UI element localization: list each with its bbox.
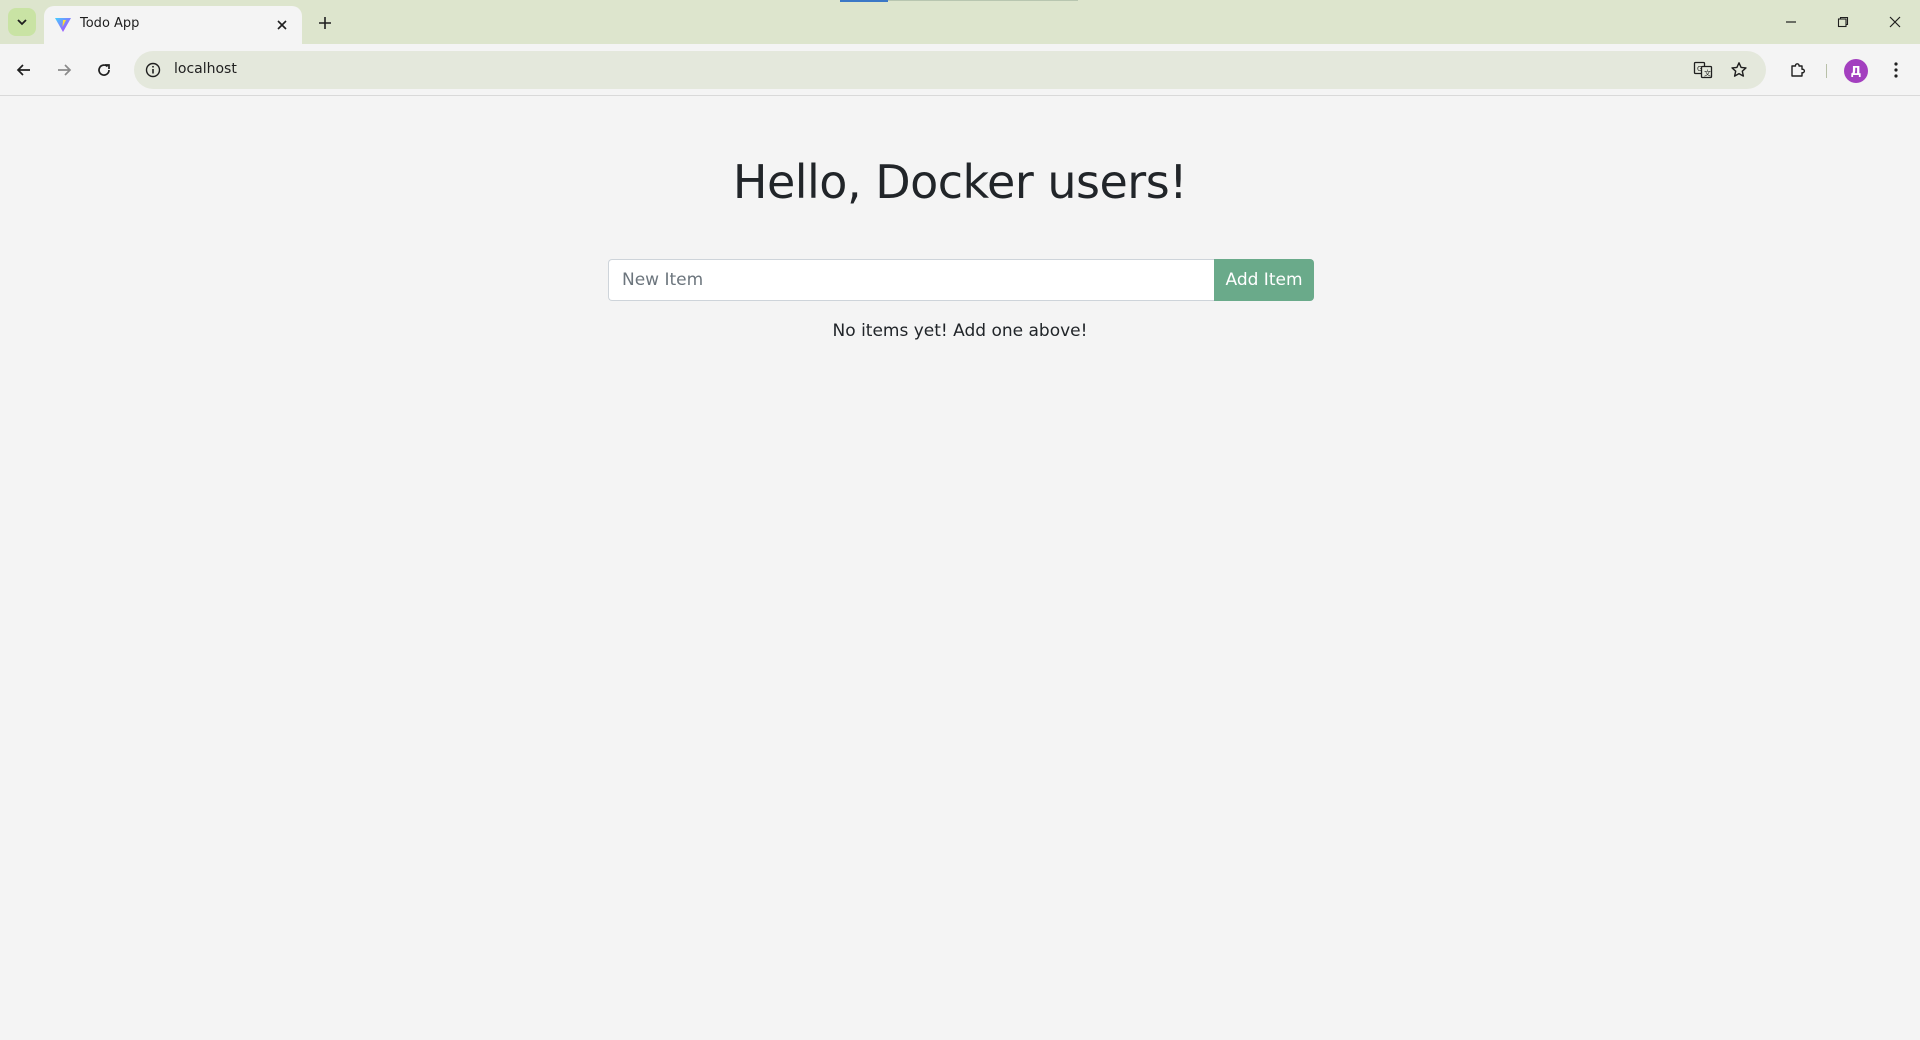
back-button[interactable] — [8, 54, 40, 86]
site-info-button[interactable] — [144, 61, 162, 79]
tab-close-button[interactable] — [274, 17, 290, 33]
tab-search-button[interactable] — [8, 8, 36, 36]
minimize-icon — [1786, 21, 1796, 23]
bookmark-button[interactable] — [1728, 59, 1750, 81]
new-item-input[interactable] — [608, 259, 1214, 301]
close-icon — [277, 20, 287, 30]
reload-button[interactable] — [88, 54, 120, 86]
chevron-down-icon — [17, 19, 27, 26]
add-item-button[interactable]: Add Item — [1214, 259, 1314, 301]
tab-loading-indicator — [840, 0, 888, 2]
profile-avatar[interactable]: Д — [1844, 59, 1868, 83]
minimize-button[interactable] — [1768, 6, 1814, 38]
restore-icon — [1837, 16, 1849, 28]
empty-list-message: No items yet! Add one above! — [832, 321, 1088, 341]
close-icon — [1889, 16, 1901, 28]
svg-text:G: G — [1697, 65, 1702, 73]
close-window-button[interactable] — [1872, 6, 1918, 38]
restore-button[interactable] — [1820, 6, 1866, 38]
kebab-menu-icon — [1894, 62, 1898, 78]
page-title: Hello, Docker users! — [732, 155, 1188, 209]
add-item-form: Add Item — [608, 259, 1314, 301]
new-tab-button[interactable] — [312, 10, 338, 36]
address-bar[interactable]: localhost G 文 — [134, 51, 1766, 89]
browser-menu-button[interactable] — [1882, 56, 1910, 84]
forward-button[interactable] — [48, 54, 80, 86]
translate-icon: G 文 — [1693, 61, 1713, 79]
plus-icon — [319, 17, 331, 29]
arrow-right-icon — [58, 64, 72, 76]
svg-text:文: 文 — [1704, 69, 1711, 78]
extensions-button[interactable] — [1784, 56, 1812, 84]
vite-logo-icon — [55, 18, 71, 32]
address-url: localhost — [174, 61, 237, 77]
browser-tab-active[interactable]: Todo App — [44, 6, 302, 44]
tab-drag-region — [888, 0, 1078, 1]
toolbar-divider — [1826, 64, 1827, 78]
translate-button[interactable]: G 文 — [1692, 59, 1714, 81]
browser-tabstrip: Todo App — [0, 0, 1920, 44]
star-icon — [1731, 62, 1747, 77]
browser-toolbar: localhost G 文 Д — [0, 44, 1920, 96]
info-icon — [145, 62, 161, 78]
puzzle-icon — [1791, 63, 1806, 77]
page-content: Hello, Docker users! Add Item No items y… — [0, 97, 1920, 1040]
tab-title: Todo App — [80, 16, 140, 31]
arrow-left-icon — [16, 64, 30, 76]
reload-icon — [98, 64, 110, 76]
